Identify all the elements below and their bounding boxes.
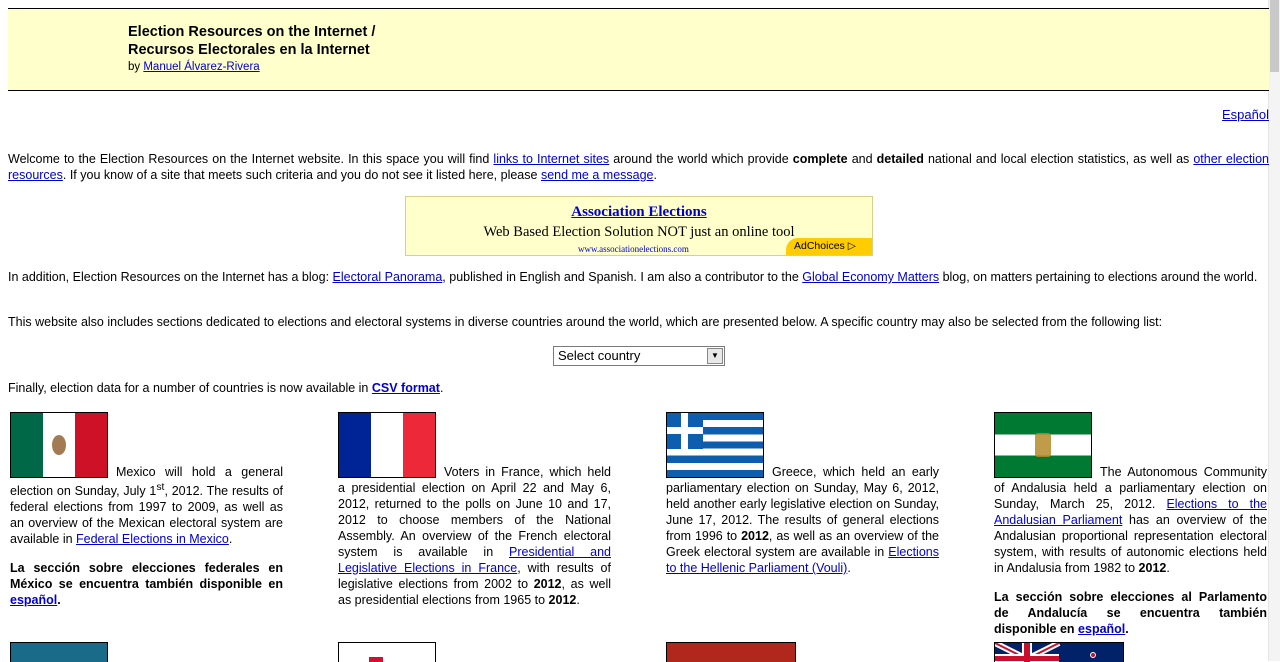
csv-text: Finally, election data for a number of c… [8, 381, 372, 395]
mexico-spanish-note: La sección sobre elecciones federales en… [10, 560, 283, 608]
blog-text: , published in English and Spanish. I am… [442, 270, 803, 284]
ad-title-link[interactable]: Association Elections [406, 204, 872, 221]
internet-sites-link[interactable]: links to Internet sites [493, 152, 609, 166]
site-title-es: Recursos Electorales en la Internet [128, 42, 370, 58]
adchoices-icon: ▷ [847, 240, 856, 252]
andalusia-note-text: La sección sobre elecciones al Parlament… [994, 590, 1267, 636]
new-zealand-flag-icon[interactable] [994, 642, 1124, 662]
ad-banner[interactable]: Association Elections Web Based Election… [405, 196, 873, 256]
mexico-coat-of-arms-icon [52, 435, 66, 455]
france-flag-icon[interactable] [338, 412, 436, 478]
andalusia-text: . [1166, 561, 1170, 575]
greece-flag-icon[interactable] [666, 412, 764, 478]
ad-url-link[interactable]: www.associationelections.com [578, 244, 689, 254]
byline-prefix: by [128, 61, 144, 73]
greece-cross-icon [667, 413, 703, 449]
intro-bold: complete [792, 152, 848, 166]
france-bold: 2012 [548, 593, 577, 607]
send-message-link[interactable]: send me a message [541, 168, 654, 182]
author-link[interactable]: Manuel Álvarez-Rivera [143, 61, 259, 73]
adchoices-label: AdChoices [794, 240, 845, 252]
intro-text: . [653, 168, 657, 182]
france-bold: 2012 [533, 577, 562, 591]
mexico-espanol-link[interactable]: español [10, 593, 57, 607]
adchoices-badge[interactable]: AdChoices ▷ [786, 238, 872, 255]
andalusia-section: The Autonomous Community of Andalusia he… [994, 412, 1267, 637]
mexico-section: Mexico will hold a general election on S… [10, 412, 283, 608]
mexico-flag-icon[interactable] [10, 412, 108, 478]
intro-text: Welcome to the Election Resources on the… [8, 152, 494, 166]
country-select[interactable]: Select country ▼ [553, 346, 725, 366]
csv-format-link[interactable]: CSV format [372, 381, 440, 395]
site-header: Election Resources on the Internet / Rec… [8, 8, 1269, 91]
next-country-flag-icon[interactable] [666, 642, 796, 662]
sections-paragraph: This website also includes sections dedi… [8, 315, 1163, 329]
blog-paragraph: In addition, Election Resources on the I… [8, 269, 1269, 285]
next-country-flag-icon[interactable] [10, 642, 108, 662]
mexico-note-text: . [57, 593, 61, 608]
csv-paragraph: Finally, election data for a number of c… [8, 380, 1269, 396]
mexico-note-text: La sección sobre elecciones federales en… [10, 561, 283, 592]
intro-text: around the world which provide [609, 152, 793, 166]
csv-text: . [439, 381, 444, 395]
intro-paragraph: Welcome to the Election Resources on the… [8, 151, 1269, 183]
country-select-value: Select country [558, 348, 641, 363]
chevron-down-icon[interactable]: ▼ [707, 348, 723, 364]
greece-text: . [847, 561, 851, 575]
next-country-flag-icon[interactable] [338, 642, 436, 662]
intro-text: . If you know of a site that meets such … [62, 168, 541, 182]
scrollbar-thumb[interactable] [1270, 0, 1279, 72]
france-text: . [576, 593, 580, 607]
greece-bold: 2012 [741, 529, 769, 543]
flag-emblem-icon [369, 657, 383, 662]
andalusia-note-text: . [1125, 622, 1129, 636]
byline: by Manuel Álvarez-Rivera [128, 61, 260, 73]
blog-text: In addition, Election Resources on the I… [8, 270, 333, 284]
site-title-en: Election Resources on the Internet / [128, 24, 376, 40]
andalusia-bold: 2012 [1138, 561, 1167, 575]
intro-text: and [847, 152, 877, 166]
global-economy-matters-link[interactable]: Global Economy Matters [802, 270, 939, 284]
mexico-text: . [228, 532, 233, 547]
blog-text: blog, on matters pertaining to elections… [939, 270, 1258, 284]
france-section: Voters in France, which held a president… [338, 412, 611, 608]
andalusia-spanish-note: La sección sobre elecciones al Parlament… [994, 589, 1267, 637]
electoral-panorama-link[interactable]: Electoral Panorama [333, 270, 443, 284]
vertical-scrollbar[interactable] [1268, 0, 1280, 661]
spanish-language-link[interactable]: Español [1222, 107, 1269, 122]
andalusia-coat-of-arms-icon [1035, 433, 1051, 457]
intro-bold: detailed [876, 152, 924, 166]
intro-text: national and local election statistics, … [923, 152, 1194, 166]
union-jack-icon [995, 643, 1096, 662]
greece-section: Greece, which held an early parliamentar… [666, 412, 939, 576]
federal-elections-mexico-link[interactable]: Federal Elections in Mexico [76, 532, 229, 546]
andalusia-flag-icon[interactable] [994, 412, 1092, 478]
andalusia-espanol-link[interactable]: español [1078, 622, 1125, 636]
